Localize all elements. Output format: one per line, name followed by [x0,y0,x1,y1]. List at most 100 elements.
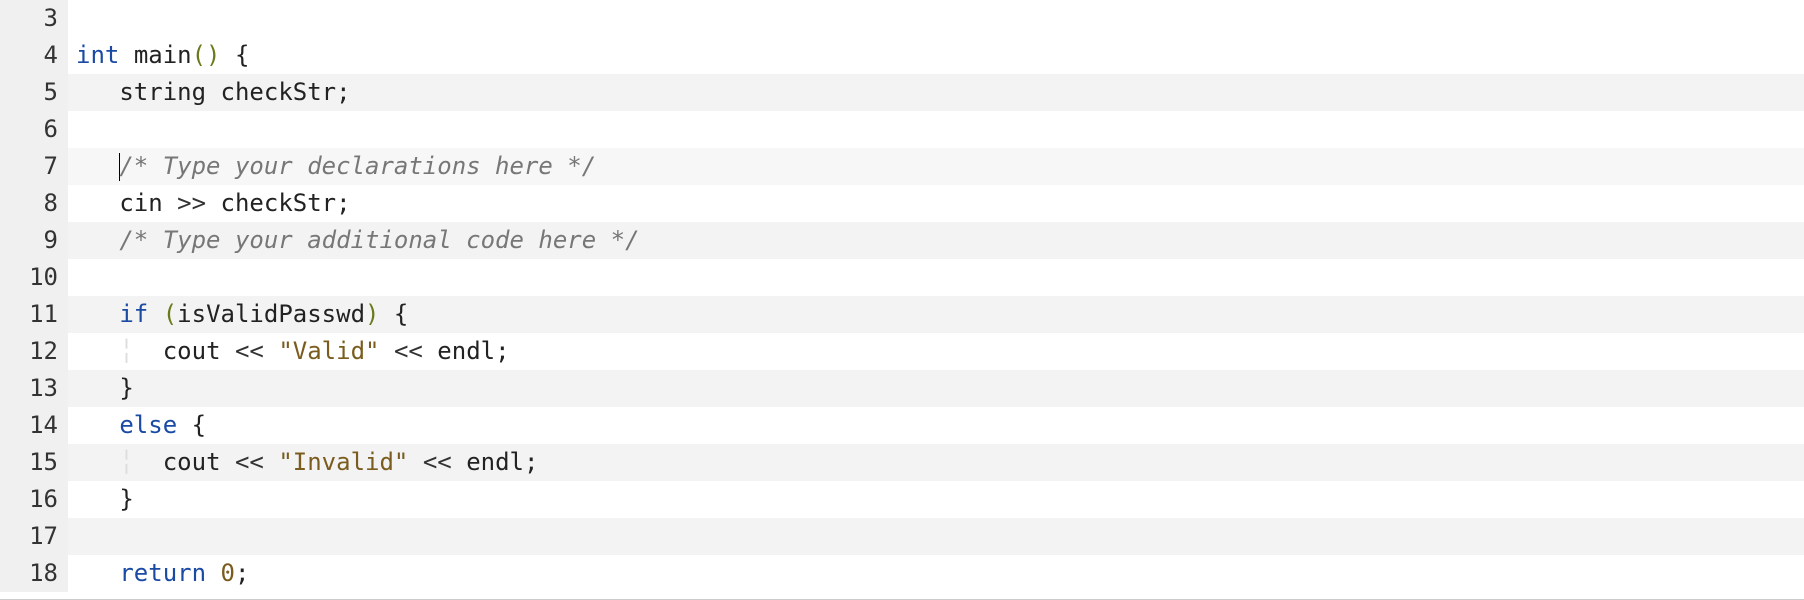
code-content[interactable]: ╎ cout << "Valid" << endl; [68,333,1804,370]
token [76,189,119,217]
token: } [119,374,133,402]
code-editor[interactable]: 34int main() {5 string checkStr;6 7 /* T… [0,0,1804,600]
code-line[interactable]: 15 ╎ cout << "Invalid" << endl; [0,444,1804,481]
token [163,189,177,217]
token: << [235,448,264,476]
code-content[interactable]: else { [68,407,1804,444]
token [264,337,278,365]
code-line[interactable]: 14 else { [0,407,1804,444]
token: checkStr [221,78,337,106]
code-content[interactable]: } [68,481,1804,518]
code-line[interactable]: 18 return 0; [0,555,1804,592]
code-content[interactable]: if (isValidPasswd) { [68,296,1804,333]
line-number: 7 [0,148,68,185]
line-number: 4 [0,37,68,74]
code-content[interactable]: cin >> checkStr; [68,185,1804,222]
line-number: 10 [0,259,68,296]
token: cout [163,448,221,476]
code-content[interactable]: } [68,370,1804,407]
code-content[interactable]: ╎ cout << "Invalid" << endl; [68,444,1804,481]
token: main [134,41,192,69]
token: /* Type your declarations here */ [119,152,596,180]
token [119,41,133,69]
token [76,78,119,106]
token [76,411,119,439]
code-content[interactable] [68,518,1804,555]
token [76,374,119,402]
token [379,337,393,365]
line-number: 8 [0,185,68,222]
line-number: 13 [0,370,68,407]
code-line[interactable]: 7 /* Type your declarations here */ [0,148,1804,185]
token [177,411,191,439]
token: string [119,78,206,106]
token: { [394,300,408,328]
token: checkStr [221,189,337,217]
token [206,559,220,587]
token: endl [437,337,495,365]
line-number: 16 [0,481,68,518]
token [221,337,235,365]
token: cin [119,189,162,217]
token: cout [163,337,221,365]
token [423,337,437,365]
token [76,115,119,143]
token: "Valid" [278,337,379,365]
token [76,300,119,328]
token [206,189,220,217]
code-line[interactable]: 9 /* Type your additional code here */ [0,222,1804,259]
code-line[interactable]: 11 if (isValidPasswd) { [0,296,1804,333]
token: return [119,559,206,587]
token: "Invalid" [278,448,408,476]
token: << [235,337,264,365]
code-line[interactable]: 5 string checkStr; [0,74,1804,111]
token: () [192,41,221,69]
code-line[interactable]: 12 ╎ cout << "Valid" << endl; [0,333,1804,370]
token: else [119,411,177,439]
code-line[interactable]: 3 [0,0,1804,37]
code-line[interactable]: 6 [0,111,1804,148]
code-content[interactable] [68,0,1804,37]
token [76,337,119,365]
code-line[interactable]: 4int main() { [0,37,1804,74]
line-number: 18 [0,555,68,592]
code-content[interactable]: return 0; [68,555,1804,592]
code-line[interactable]: 10 [0,259,1804,296]
code-content[interactable] [68,111,1804,148]
code-line[interactable]: 17 [0,518,1804,555]
token [76,226,119,254]
line-number: 9 [0,222,68,259]
line-number: 15 [0,444,68,481]
token [76,448,119,476]
code-line[interactable]: 16 } [0,481,1804,518]
token: ╎ [119,448,133,476]
line-number: 3 [0,0,68,37]
code-content[interactable]: /* Type your additional code here */ [68,222,1804,259]
line-number: 6 [0,111,68,148]
token [408,448,422,476]
line-number: 17 [0,518,68,555]
token: { [235,41,249,69]
token [134,337,163,365]
token [221,41,235,69]
line-number: 5 [0,74,68,111]
token: << [423,448,452,476]
token: >> [177,189,206,217]
code-content[interactable]: /* Type your declarations here */ [68,148,1804,185]
token [76,559,119,587]
token: } [119,485,133,513]
token: /* Type your additional code here */ [119,226,639,254]
code-line[interactable]: 13 } [0,370,1804,407]
token [206,78,220,106]
code-content[interactable]: string checkStr; [68,74,1804,111]
token [379,300,393,328]
code-content[interactable] [68,259,1804,296]
token: ; [336,189,350,217]
token: << [394,337,423,365]
code-line[interactable]: 8 cin >> checkStr; [0,185,1804,222]
token: ( [163,300,177,328]
code-content[interactable]: int main() { [68,37,1804,74]
token: ; [495,337,509,365]
token [148,300,162,328]
token: ; [336,78,350,106]
